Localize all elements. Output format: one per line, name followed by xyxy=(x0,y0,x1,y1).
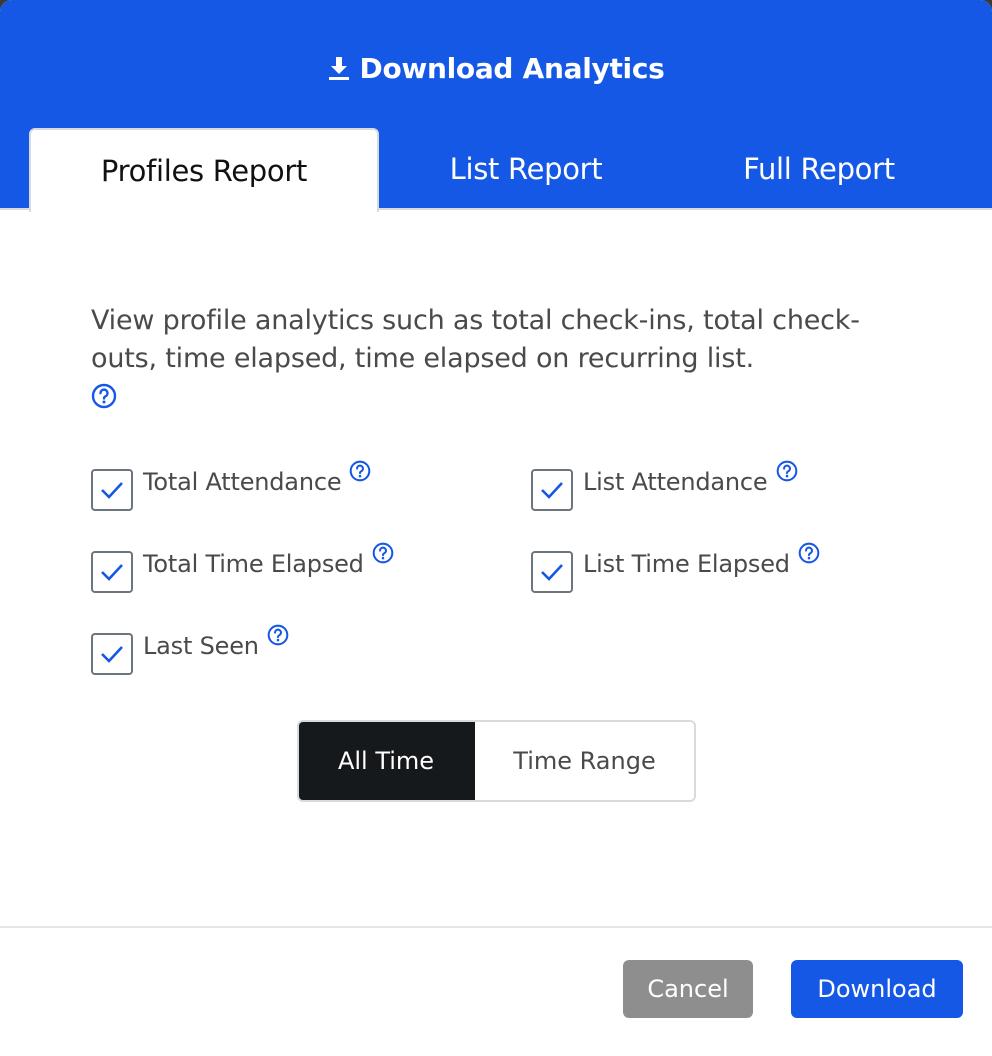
download-analytics-modal: Download Analytics Profiles Report List … xyxy=(0,0,992,1056)
option-total-attendance[interactable]: Total Attendance xyxy=(91,456,371,511)
all-time-button[interactable]: All Time xyxy=(299,722,475,800)
option-list-time-elapsed[interactable]: List Time Elapsed xyxy=(531,538,820,593)
help-icon[interactable] xyxy=(776,460,798,482)
checkmark-icon xyxy=(101,646,123,663)
checkmark-icon xyxy=(541,482,563,499)
option-label: Total Time Elapsed xyxy=(143,550,364,578)
help-icon[interactable] xyxy=(91,382,117,409)
cancel-button[interactable]: Cancel xyxy=(623,960,753,1018)
checkmark-icon xyxy=(101,564,123,581)
option-label: List Attendance xyxy=(583,468,768,496)
list-attendance-checkbox[interactable] xyxy=(531,469,573,511)
tab-label: List Report xyxy=(449,152,603,186)
help-icon[interactable] xyxy=(267,624,289,646)
time-range-toggle: All Time Time Range xyxy=(297,720,696,802)
modal-title: Download Analytics xyxy=(0,52,992,88)
list-time-elapsed-checkbox[interactable] xyxy=(531,551,573,593)
help-icon[interactable] xyxy=(372,542,394,564)
option-last-seen[interactable]: Last Seen xyxy=(91,620,289,675)
tab-label: Profiles Report xyxy=(100,154,308,188)
description-text: View profile analytics such as total che… xyxy=(91,305,860,374)
time-range-button[interactable]: Time Range xyxy=(475,722,694,800)
download-button[interactable]: Download xyxy=(791,960,963,1018)
option-label: Last Seen xyxy=(143,632,259,660)
total-attendance-checkbox[interactable] xyxy=(91,469,133,511)
help-icon[interactable] xyxy=(798,542,820,564)
tab-list-report[interactable]: List Report xyxy=(378,128,674,210)
help-icon[interactable] xyxy=(349,460,371,482)
checkmark-icon xyxy=(101,482,123,499)
checkmark-icon xyxy=(541,564,563,581)
report-description: View profile analytics such as total che… xyxy=(91,302,911,409)
total-time-elapsed-checkbox[interactable] xyxy=(91,551,133,593)
download-icon xyxy=(328,55,350,88)
footer-divider xyxy=(0,926,992,928)
tab-profiles-report[interactable]: Profiles Report xyxy=(29,128,379,212)
last-seen-checkbox[interactable] xyxy=(91,633,133,675)
modal-header: Download Analytics Profiles Report List … xyxy=(0,0,992,212)
option-total-time-elapsed[interactable]: Total Time Elapsed xyxy=(91,538,394,593)
option-label: Total Attendance xyxy=(143,468,342,496)
modal-title-text: Download Analytics xyxy=(359,52,665,85)
option-list-attendance[interactable]: List Attendance xyxy=(531,456,798,511)
tab-label: Full Report xyxy=(743,152,895,186)
tab-full-report[interactable]: Full Report xyxy=(674,128,964,210)
option-label: List Time Elapsed xyxy=(583,550,790,578)
